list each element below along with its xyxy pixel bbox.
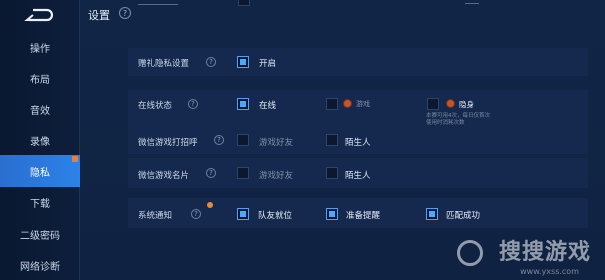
gift-privacy-option-label: 开启 xyxy=(259,59,277,69)
sidebar-item-operation[interactable]: 操作 xyxy=(0,33,80,61)
basketball-icon xyxy=(446,99,455,108)
gift-privacy-checkbox[interactable] xyxy=(237,56,249,68)
scrolled-row-remnant xyxy=(465,3,479,4)
online-status-label: 在线状态 xyxy=(138,101,173,111)
system-notice-prepare-reminder-label: 准备提醒 xyxy=(346,211,381,221)
watermark-logo-icon xyxy=(457,240,483,266)
sidebar-item-layout[interactable]: 布局 xyxy=(0,64,80,92)
sidebar-item-label: 音效 xyxy=(30,105,50,117)
new-badge-dot xyxy=(207,202,213,208)
help-icon[interactable]: ? xyxy=(206,168,216,178)
basketball-icon xyxy=(343,99,352,108)
help-icon[interactable]: ? xyxy=(214,135,224,145)
online-status-game-checkbox[interactable] xyxy=(326,98,338,110)
system-notice-match-success-label: 匹配成功 xyxy=(446,211,481,221)
help-icon[interactable]: ? xyxy=(191,209,201,219)
sidebar-item-replay[interactable]: 录像 xyxy=(0,126,80,154)
sidebar-item-privacy[interactable]: 隐私 xyxy=(0,155,80,187)
scrolled-row-remnant xyxy=(138,4,178,5)
online-status-row xyxy=(128,90,588,130)
online-status-invisible-checkbox[interactable] xyxy=(427,98,439,110)
sidebar-item-label: 操作 xyxy=(30,43,50,55)
wechat-greet-friends-label: 游戏好友 xyxy=(259,138,294,148)
active-indicator-dot xyxy=(72,156,78,162)
sidebar: 操作 布局 音效 录像 隐私 下载 二级密码 网络诊断 xyxy=(0,0,80,280)
sidebar-item-label: 网络诊断 xyxy=(20,261,60,273)
watermark-text: 搜搜游戏 xyxy=(498,240,591,265)
invisible-usage-note: 本赛可用4次，每日仅首次使用时消耗次数 xyxy=(426,113,491,126)
gift-privacy-row xyxy=(128,48,588,76)
system-notice-teammate-ready-checkbox[interactable] xyxy=(237,208,249,220)
sidebar-item-label: 下载 xyxy=(30,198,50,210)
sidebar-item-download[interactable]: 下载 xyxy=(0,188,80,216)
wechat-card-strangers-checkbox[interactable] xyxy=(326,167,338,179)
wechat-greet-label: 微信游戏打招呼 xyxy=(138,138,198,148)
sidebar-item-sound[interactable]: 音效 xyxy=(0,95,80,123)
watermark-url: www.yxss.com xyxy=(520,267,579,276)
sidebar-item-network-diagnosis[interactable]: 网络诊断 xyxy=(0,251,80,279)
wechat-card-friends-label: 游戏好友 xyxy=(259,171,294,181)
wechat-greet-friends-checkbox[interactable] xyxy=(237,134,249,146)
scrolled-row-checkbox[interactable] xyxy=(238,0,250,6)
sidebar-item-label: 布局 xyxy=(30,74,50,86)
system-notice-teammate-ready-label: 队友就位 xyxy=(258,211,293,221)
sidebar-item-secondary-password[interactable]: 二级密码 xyxy=(0,220,80,248)
online-status-invisible-label: 隐身 xyxy=(459,100,474,109)
system-notice-match-success-checkbox[interactable] xyxy=(426,208,438,220)
gift-privacy-label: 赠礼隐私设置 xyxy=(138,59,190,69)
online-status-game-label: 游戏 xyxy=(356,100,370,108)
help-icon[interactable]: ? xyxy=(188,99,198,109)
online-status-online-checkbox[interactable] xyxy=(237,98,249,110)
sidebar-item-label: 录像 xyxy=(30,136,50,148)
wechat-greet-strangers-checkbox[interactable] xyxy=(326,134,338,146)
system-notice-label: 系统通知 xyxy=(138,211,173,221)
wechat-card-label: 微信游戏名片 xyxy=(138,171,190,181)
online-status-online-label: 在线 xyxy=(259,101,277,111)
sidebar-item-label: 二级密码 xyxy=(20,230,60,242)
system-notice-prepare-reminder-checkbox[interactable] xyxy=(326,208,338,220)
wechat-card-strangers-label: 陌生人 xyxy=(345,171,371,181)
wechat-card-friends-checkbox[interactable] xyxy=(237,167,249,179)
back-arrow-icon xyxy=(24,8,53,22)
sidebar-item-label: 隐私 xyxy=(30,167,50,179)
back-button[interactable] xyxy=(12,6,64,24)
wechat-greet-strangers-label: 陌生人 xyxy=(345,138,371,148)
help-icon[interactable]: ? xyxy=(206,57,216,67)
page-title: 设置 xyxy=(88,9,110,22)
help-icon[interactable]: ? xyxy=(119,7,131,19)
